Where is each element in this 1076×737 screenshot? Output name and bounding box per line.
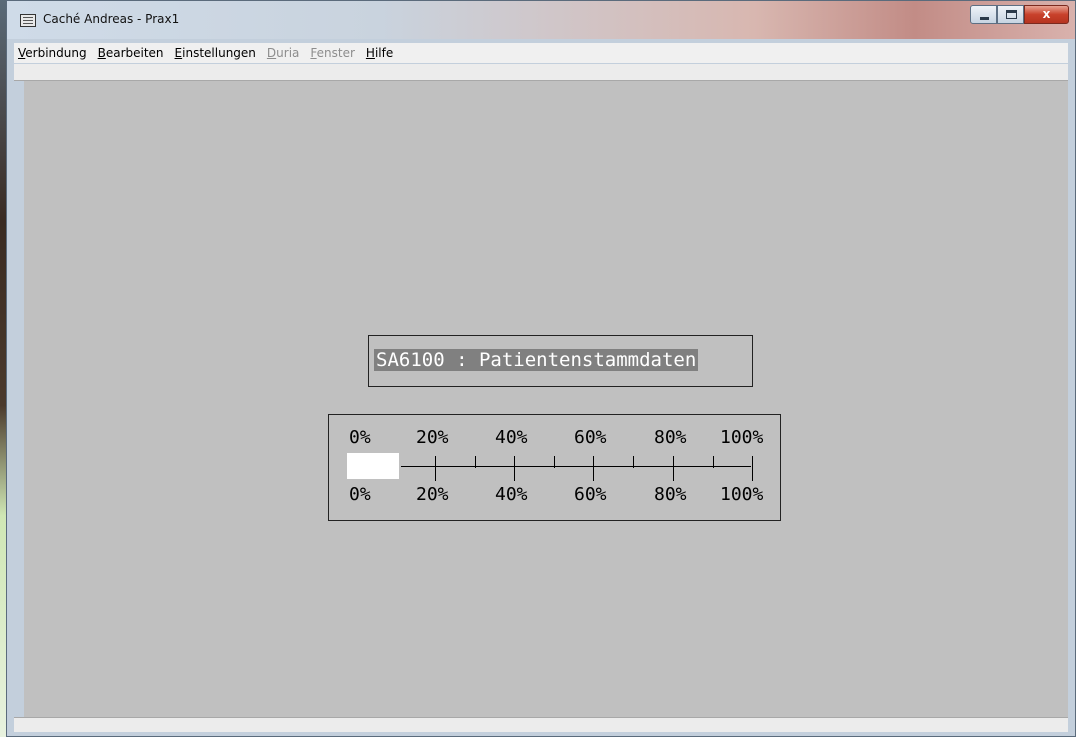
minimize-button[interactable]: [970, 5, 997, 24]
caption-buttons: x: [970, 5, 1069, 24]
minor-tick: [554, 456, 555, 468]
bottom-label-20: 20%: [416, 484, 449, 505]
bottom-label-0: 0%: [349, 484, 371, 505]
major-tick: [435, 456, 436, 481]
toolbar-strip: [14, 64, 1068, 81]
top-label-100: 100%: [720, 427, 764, 448]
maximize-icon: [1006, 10, 1017, 19]
top-label-60: 60%: [574, 427, 607, 448]
status-strip: [14, 717, 1068, 732]
progress-scale-line: [401, 466, 751, 467]
terminal-screen[interactable]: SA6100 : Patientenstammdaten 0% 20% 40% …: [24, 81, 1068, 717]
menu-item-fenster[interactable]: Fenster: [306, 46, 362, 60]
major-tick: [673, 456, 674, 481]
progress-fill: [347, 453, 399, 479]
top-label-20: 20%: [416, 427, 449, 448]
menu-item-verbindung[interactable]: Verbindung: [14, 46, 94, 60]
menu-bar: Verbindung Bearbeiten Einstellungen Duri…: [14, 43, 1068, 63]
minor-tick: [713, 456, 714, 468]
top-label-80: 80%: [654, 427, 687, 448]
bottom-label-40: 40%: [495, 484, 528, 505]
menu-item-einstellungen[interactable]: Einstellungen: [171, 46, 263, 60]
minor-tick: [633, 456, 634, 468]
module-title-box: SA6100 : Patientenstammdaten: [368, 335, 753, 387]
minimize-icon: [980, 17, 989, 20]
menu-item-bearbeiten[interactable]: Bearbeiten: [94, 46, 171, 60]
top-label-40: 40%: [495, 427, 528, 448]
close-button[interactable]: x: [1024, 5, 1069, 24]
bottom-label-60: 60%: [574, 484, 607, 505]
major-tick: [752, 456, 753, 481]
close-icon: x: [1042, 7, 1051, 21]
major-tick: [593, 456, 594, 481]
bottom-label-100: 100%: [720, 484, 764, 505]
minor-tick: [475, 456, 476, 468]
window-title: Caché Andreas - Prax1: [43, 12, 180, 26]
module-title: SA6100 : Patientenstammdaten: [374, 349, 699, 371]
terminal-app-icon[interactable]: [20, 14, 36, 27]
progress-indicator: 0% 20% 40% 60% 80% 100% 0% 20% 40% 60% 8…: [328, 414, 781, 521]
bottom-label-80: 80%: [654, 484, 687, 505]
menu-item-duria[interactable]: Duria: [263, 46, 306, 60]
title-bar[interactable]: Caché Andreas - Prax1 x: [7, 1, 1075, 39]
major-tick: [514, 456, 515, 481]
menu-item-hilfe[interactable]: Hilfe: [362, 46, 400, 60]
maximize-button[interactable]: [997, 5, 1024, 24]
app-window: Caché Andreas - Prax1 x Verbindung Bearb…: [6, 0, 1076, 737]
top-label-0: 0%: [349, 427, 371, 448]
